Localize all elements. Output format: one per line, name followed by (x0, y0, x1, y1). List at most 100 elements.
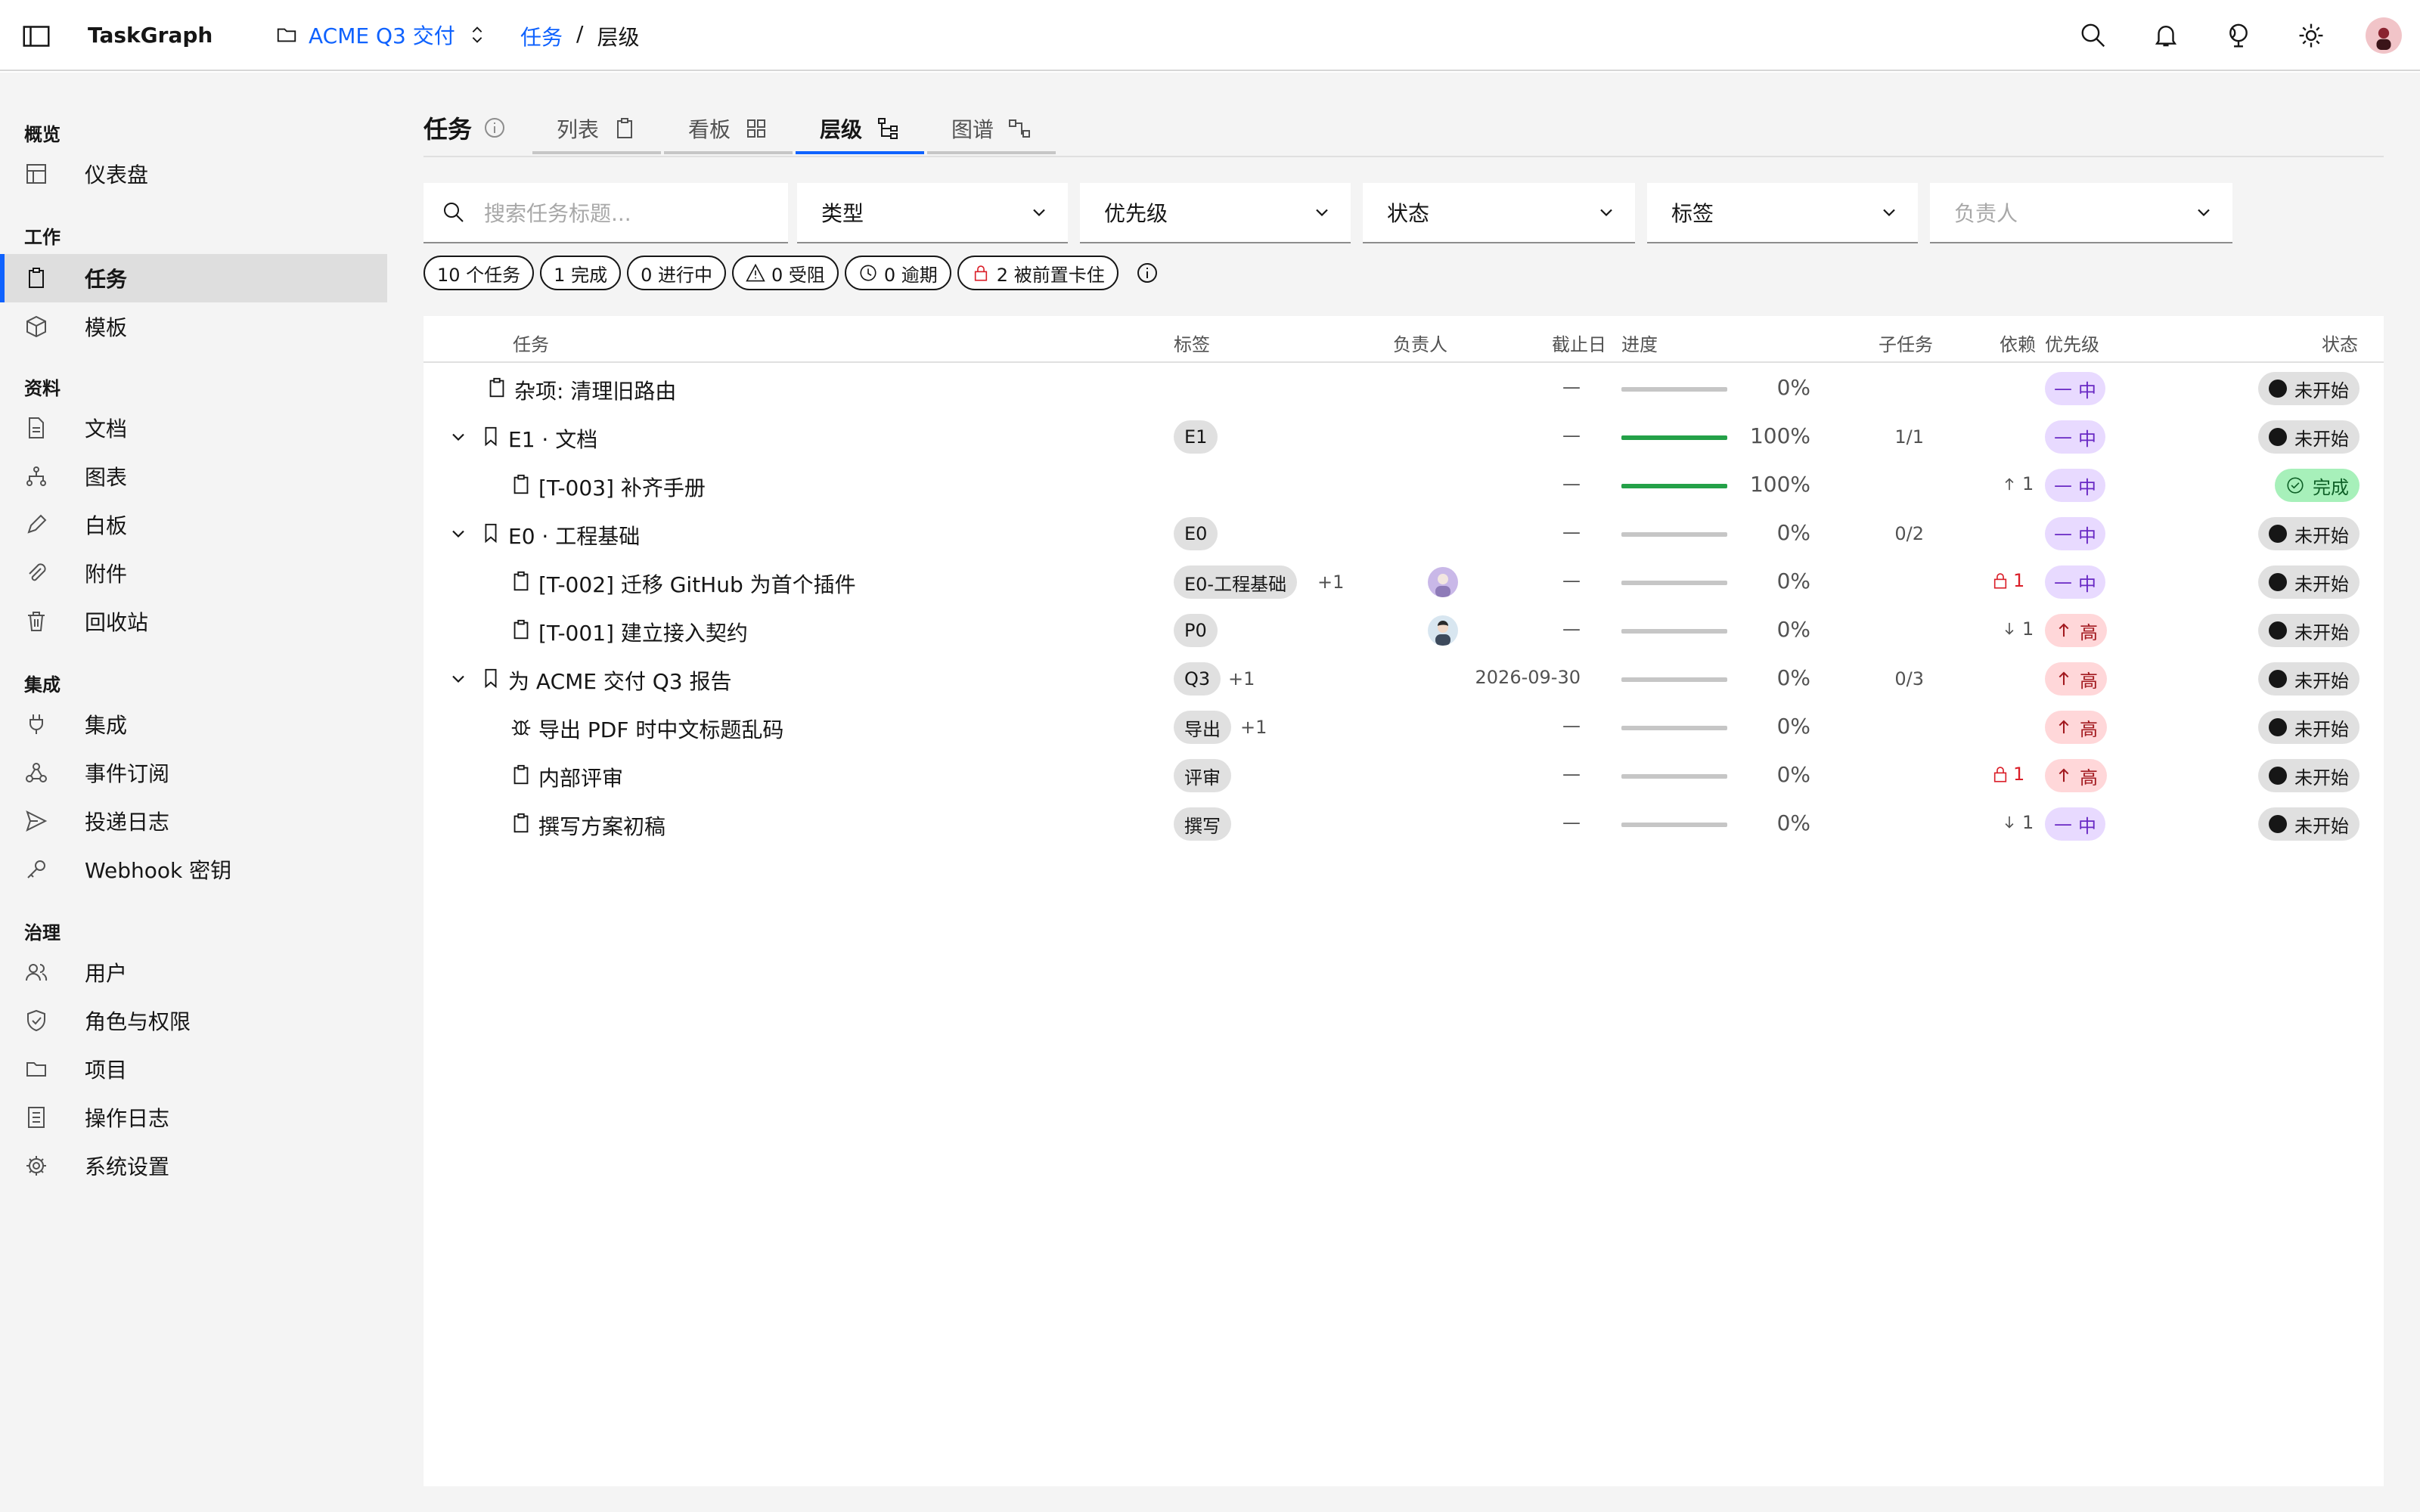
column-header-status[interactable]: 状态 (2322, 330, 2358, 356)
sidebar-item-roles[interactable]: 角色与权限 (0, 996, 387, 1045)
task-title[interactable]: 内部评审 (538, 762, 623, 792)
table-row[interactable]: 导出 PDF 时中文标题乱码 导出 +1 — 0% 高 未开始 (424, 703, 2384, 751)
sidebar-item-tasks[interactable]: 任务 (0, 254, 387, 302)
tag-chip[interactable]: E0-工程基础 (1174, 565, 1298, 599)
table-row[interactable]: [T-002] 迁移 GitHub 为首个插件 E0-工程基础 +1 — 0% … (424, 558, 2384, 606)
sidebar-item-event-subscriptions[interactable]: 事件订阅 (0, 748, 387, 797)
table-row[interactable]: 为 ACME 交付 Q3 报告 Q3 +1 2026-09-30 0% 0/3 … (424, 655, 2384, 703)
column-header-deps[interactable]: 依赖 (2000, 330, 2036, 356)
tag-chip[interactable]: P0 (1174, 614, 1218, 647)
sidebar-item-system-settings[interactable]: 系统设置 (0, 1142, 387, 1190)
task-title[interactable]: 杂项: 清理旧路由 (514, 375, 676, 405)
status-badge[interactable]: 完成 (2275, 469, 2360, 502)
status-badge[interactable]: 未开始 (2258, 807, 2360, 841)
sidebar-item-whiteboard[interactable]: 白板 (0, 500, 387, 549)
table-row[interactable]: E1 · 文档 E1 — 100% 1/1 — 中 未开始 (424, 413, 2384, 461)
stat-chip-done[interactable]: 1 完成 (540, 256, 622, 290)
tab-hierarchy[interactable]: 层级 (796, 106, 925, 154)
status-badge[interactable]: 未开始 (2258, 420, 2360, 454)
status-badge[interactable]: 未开始 (2258, 372, 2360, 405)
column-header-assignee[interactable]: 负责人 (1393, 330, 1447, 356)
chevron-down-icon[interactable] (448, 523, 469, 544)
sidebar-item-templates[interactable]: 模板 (0, 302, 387, 351)
tag-chip[interactable]: Q3 (1174, 662, 1221, 696)
tag-chip[interactable]: E0 (1174, 517, 1218, 550)
column-header-tags[interactable]: 标签 (1174, 330, 1210, 356)
search-button[interactable] (2057, 0, 2130, 71)
task-title[interactable]: 撰写方案初稿 (538, 810, 666, 841)
table-row[interactable]: 内部评审 评审 — 0% 1 高 未开始 (424, 751, 2384, 800)
project-switcher[interactable]: ACME Q3 交付 (275, 20, 489, 50)
assignee-avatar[interactable] (1428, 567, 1458, 597)
notifications-button[interactable] (2130, 0, 2202, 71)
sidebar-item-webhook-keys[interactable]: Webhook 密钥 (0, 845, 387, 894)
status-badge[interactable]: 未开始 (2258, 614, 2360, 647)
status-badge[interactable]: 未开始 (2258, 759, 2360, 792)
dependency-indicator[interactable]: 1 (2000, 812, 2034, 833)
theme-toggle-button[interactable] (2275, 0, 2347, 71)
dependency-indicator[interactable]: 1 (2000, 473, 2034, 494)
stat-chip-prereq-blocked[interactable]: 2 被前置卡住 (957, 256, 1118, 290)
sidebar-item-audit-log[interactable]: 操作日志 (0, 1093, 387, 1142)
tag-overflow-count[interactable]: +1 (1317, 572, 1344, 593)
task-title[interactable]: [T-002] 迁移 GitHub 为首个插件 (538, 569, 856, 599)
sidebar-item-attachments[interactable]: 附件 (0, 549, 387, 597)
tag-chip[interactable]: 评审 (1174, 759, 1231, 792)
assignee-filter-dropdown[interactable]: 负责人 (1930, 183, 2232, 243)
info-icon[interactable] (482, 116, 507, 140)
table-row[interactable]: E0 · 工程基础 E0 — 0% 0/2 — 中 未开始 (424, 510, 2384, 558)
sidebar-item-projects[interactable]: 项目 (0, 1045, 387, 1093)
task-title[interactable]: [T-001] 建立接入契约 (538, 617, 748, 647)
status-badge[interactable]: 未开始 (2258, 517, 2360, 550)
table-row[interactable]: 杂项: 清理旧路由 — 0% — 中 未开始 (424, 364, 2384, 413)
status-badge[interactable]: 未开始 (2258, 711, 2360, 744)
assignee-avatar[interactable] (1428, 615, 1458, 646)
sidebar-item-dashboard[interactable]: 仪表盘 (0, 150, 387, 198)
app-brand[interactable]: TaskGraph (88, 23, 213, 48)
type-filter-dropdown[interactable]: 类型 (797, 183, 1068, 243)
column-header-subtasks[interactable]: 子任务 (1879, 330, 1933, 356)
task-title[interactable]: [T-003] 补齐手册 (538, 472, 706, 502)
status-filter-dropdown[interactable]: 状态 (1363, 183, 1635, 243)
tag-chip[interactable]: E1 (1174, 420, 1218, 454)
column-header-progress[interactable]: 进度 (1621, 330, 1658, 356)
tag-chip[interactable]: 撰写 (1174, 807, 1231, 841)
stat-chip-total[interactable]: 10 个任务 (424, 256, 535, 290)
table-row[interactable]: 撰写方案初稿 撰写 — 0% 1 — 中 未开始 (424, 800, 2384, 848)
chevron-down-icon[interactable] (448, 668, 469, 689)
language-button[interactable] (2202, 0, 2275, 71)
tag-overflow-count[interactable]: +1 (1240, 717, 1267, 738)
breadcrumb-tasks-link[interactable]: 任务 (520, 21, 563, 51)
task-title[interactable]: E0 · 工程基础 (508, 520, 640, 550)
search-input[interactable]: 搜索任务标题... (424, 183, 788, 243)
stat-chip-overdue[interactable]: 0 逾期 (844, 256, 951, 290)
tab-board[interactable]: 看板 (664, 106, 793, 154)
column-header-due[interactable]: 截止日 (1552, 330, 1606, 356)
table-row[interactable]: [T-003] 补齐手册 — 100% 1 — 中 完成 (424, 461, 2384, 510)
priority-filter-dropdown[interactable]: 优先级 (1080, 183, 1351, 243)
sidebar-item-users[interactable]: 用户 (0, 948, 387, 996)
sidebar-item-integrations[interactable]: 集成 (0, 700, 387, 748)
tag-chip[interactable]: 导出 (1174, 711, 1231, 744)
dependency-indicator[interactable]: 1 (1990, 764, 2024, 785)
info-icon[interactable] (1135, 261, 1159, 285)
tab-graph[interactable]: 图谱 (927, 106, 1056, 154)
chevron-down-icon[interactable] (448, 426, 469, 448)
dependency-indicator[interactable]: 1 (1990, 570, 2024, 591)
task-title[interactable]: 导出 PDF 时中文标题乱码 (538, 714, 783, 744)
stat-chip-in-progress[interactable]: 0 进行中 (627, 256, 726, 290)
status-badge[interactable]: 未开始 (2258, 565, 2360, 599)
stat-chip-blocked[interactable]: 0 受阻 (731, 256, 839, 290)
column-header-task[interactable]: 任务 (513, 330, 549, 356)
user-menu-button[interactable] (2347, 0, 2420, 71)
sidebar-item-delivery-log[interactable]: 投递日志 (0, 797, 387, 845)
sidebar-item-docs[interactable]: 文档 (0, 404, 387, 452)
tag-overflow-count[interactable]: +1 (1228, 668, 1255, 689)
column-header-priority[interactable]: 优先级 (2045, 330, 2099, 356)
sidebar-item-charts[interactable]: 图表 (0, 452, 387, 500)
task-title[interactable]: E1 · 文档 (508, 423, 597, 454)
dependency-indicator[interactable]: 1 (2000, 618, 2034, 640)
sidebar-item-trash[interactable]: 回收站 (0, 597, 387, 646)
tab-list[interactable]: 列表 (532, 106, 662, 154)
task-title[interactable]: 为 ACME 交付 Q3 报告 (508, 665, 732, 696)
